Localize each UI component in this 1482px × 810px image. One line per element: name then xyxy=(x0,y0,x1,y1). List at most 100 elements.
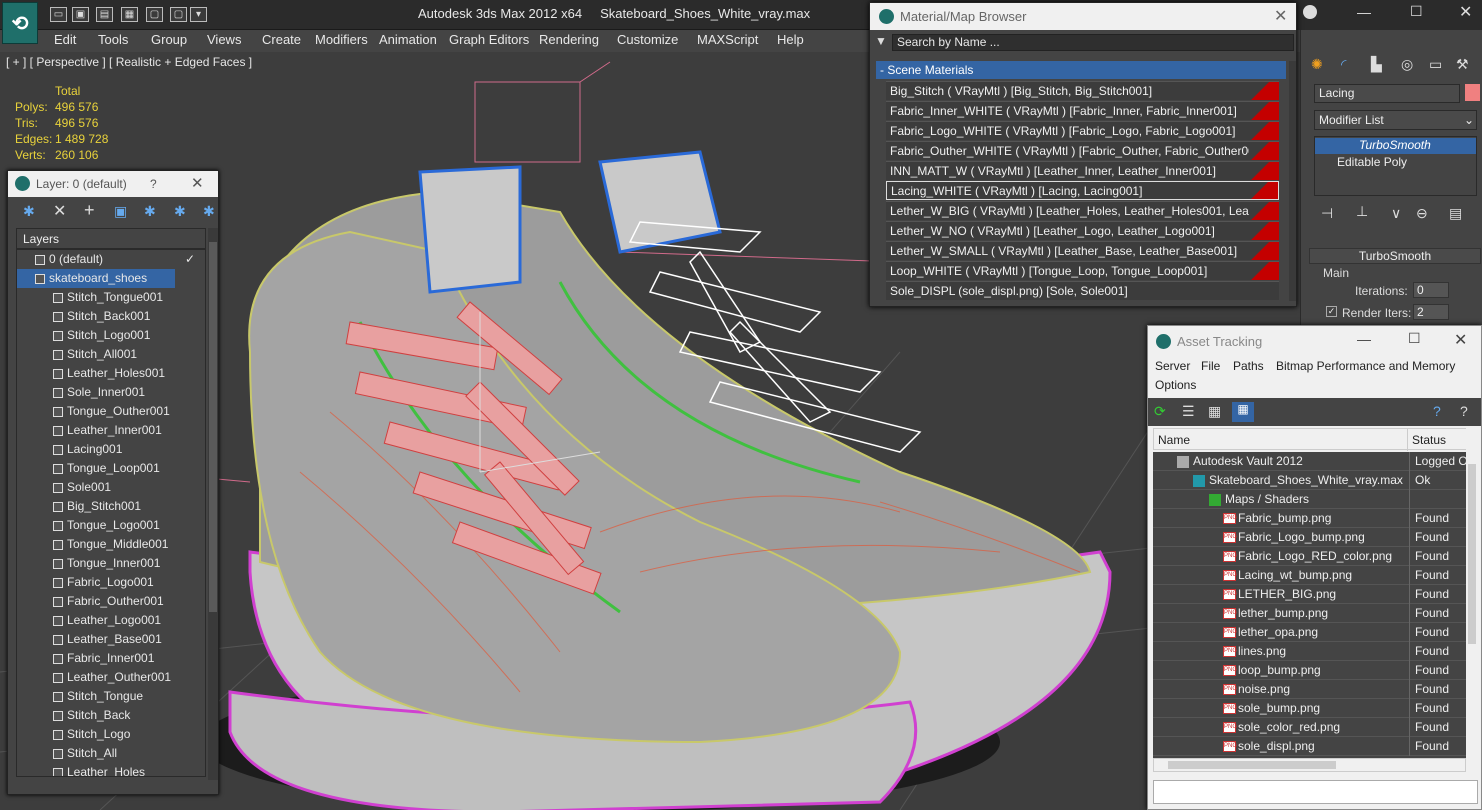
material-row[interactable]: Fabric_Logo_WHITE ( VRayMtl ) [Fabric_Lo… xyxy=(886,121,1279,140)
hierarchy-tab-icon[interactable]: ▙ xyxy=(1371,56,1382,73)
layer-row[interactable]: 0 (default) ✓ xyxy=(17,250,205,269)
menu-graph-editors[interactable]: Graph Editors xyxy=(449,32,529,47)
display-tab-icon[interactable]: ▭ xyxy=(1429,56,1442,73)
show-end-result-icon[interactable]: ⊥ xyxy=(1356,203,1368,220)
layer-row[interactable]: Leather_Holes001 xyxy=(17,364,205,383)
viewport-label[interactable]: [ + ] [ Perspective ] [ Realistic + Edge… xyxy=(6,55,252,69)
motion-tab-icon[interactable]: ◎ xyxy=(1401,56,1413,73)
menu-views[interactable]: Views xyxy=(207,32,241,47)
browser-options-icon[interactable]: ▼ xyxy=(875,34,887,48)
asset-row[interactable]: PNGlether_bump.png Found xyxy=(1153,604,1466,623)
material-row[interactable]: Lether_W_NO ( VRayMtl ) [Leather_Logo, L… xyxy=(886,221,1279,240)
modifier-list-dropdown[interactable]: Modifier List ⌄ xyxy=(1314,110,1477,130)
col-name[interactable]: Name xyxy=(1158,433,1190,447)
maximize-icon[interactable]: ☐ xyxy=(1408,330,1421,347)
layer-row[interactable]: Stitch_Back001 xyxy=(17,307,205,326)
asset-row[interactable]: PNGFabric_bump.png Found xyxy=(1153,509,1466,528)
layer-row[interactable]: Stitch_All xyxy=(17,744,205,763)
current-layer-check-icon[interactable]: ✓ xyxy=(185,250,195,269)
layer-row[interactable]: skateboard_shoes xyxy=(17,269,175,288)
material-row[interactable]: Lether_W_SMALL ( VRayMtl ) [Leather_Base… xyxy=(886,241,1279,260)
material-row[interactable]: Fabric_Outher_WHITE ( VRayMtl ) [Fabric_… xyxy=(886,141,1279,160)
col-status[interactable]: Status xyxy=(1412,433,1446,447)
list-view-icon[interactable]: ☰ xyxy=(1182,403,1195,420)
layer-row[interactable]: Fabric_Logo001 xyxy=(17,573,205,592)
asset-row[interactable]: PNGlines.png Found xyxy=(1153,642,1466,661)
minimize-icon[interactable]: — xyxy=(1357,4,1371,20)
save-file-icon[interactable]: ▤ xyxy=(96,7,113,22)
close-icon[interactable]: ✕ xyxy=(191,174,204,192)
layer-row[interactable]: Stitch_Tongue xyxy=(17,687,205,706)
material-row[interactable]: Fabric_Inner_WHITE ( VRayMtl ) [Fabric_I… xyxy=(886,101,1279,120)
object-color-swatch[interactable] xyxy=(1465,84,1480,101)
freeze-all-icon[interactable]: ✱ xyxy=(203,203,215,220)
asset-menu-file[interactable]: File xyxy=(1201,359,1220,373)
menu-modifiers[interactable]: Modifiers xyxy=(315,32,368,47)
layer-row[interactable]: Sole001 xyxy=(17,478,205,497)
layer-row[interactable]: Tongue_Outher001 xyxy=(17,402,205,421)
asset-vscrollbar[interactable] xyxy=(1466,428,1478,758)
layers-header[interactable]: Layers xyxy=(16,228,206,249)
asset-row[interactable]: PNGloop_bump.png Found xyxy=(1153,661,1466,680)
asset-hscrollbar[interactable] xyxy=(1153,758,1466,772)
select-objects-icon[interactable]: ▣ xyxy=(114,203,127,220)
menu-create[interactable]: Create xyxy=(262,32,301,47)
material-browser-titlebar[interactable]: Material/Map Browser ✕ xyxy=(870,3,1296,30)
layer-row[interactable]: Stitch_Tongue001 xyxy=(17,288,205,307)
table-view-icon[interactable]: ▦ xyxy=(1232,402,1254,422)
create-layer-icon[interactable]: ✱ xyxy=(23,203,35,220)
material-row[interactable]: Sole_DISPL (sole_displ.png) [Sole, Sole0… xyxy=(886,281,1279,300)
close-icon[interactable]: ✕ xyxy=(1459,2,1472,22)
menu-help[interactable]: Help xyxy=(777,32,804,47)
layer-row[interactable]: Stitch_Logo xyxy=(17,725,205,744)
asset-row[interactable]: PNGsole_bump.png Found xyxy=(1153,699,1466,718)
thumbnail-view-icon[interactable]: ▦ xyxy=(1208,403,1221,420)
layer-panel-titlebar[interactable]: Layer: 0 (default) ? ✕ xyxy=(8,171,218,197)
layer-row[interactable]: Sole_Inner001 xyxy=(17,383,205,402)
asset-row[interactable]: PNGlether_opa.png Found xyxy=(1153,623,1466,642)
layer-row[interactable]: Tongue_Logo001 xyxy=(17,516,205,535)
close-icon[interactable]: ✕ xyxy=(1274,6,1287,26)
layer-row[interactable]: Tongue_Loop001 xyxy=(17,459,205,478)
new-file-icon[interactable]: ▭ xyxy=(50,7,67,22)
layer-row[interactable]: Big_Stitch001 xyxy=(17,497,205,516)
layer-row[interactable]: Leather_Outher001 xyxy=(17,668,205,687)
asset-row[interactable]: PNGnoise.png Found xyxy=(1153,680,1466,699)
asset-menu-paths[interactable]: Paths xyxy=(1233,359,1264,373)
asset-row[interactable]: PNGsole_color_red.png Found xyxy=(1153,718,1466,737)
delete-layer-icon[interactable]: ✕ xyxy=(53,201,66,221)
layer-row[interactable]: Tongue_Inner001 xyxy=(17,554,205,573)
menu-group[interactable]: Group xyxy=(151,32,187,47)
modify-tab-icon[interactable]: ◜ xyxy=(1341,56,1346,73)
hide-all-icon[interactable]: ✱ xyxy=(174,203,186,220)
stack-item-editable-poly[interactable]: Editable Poly xyxy=(1315,155,1476,171)
layer-row[interactable]: Leather_Holes xyxy=(17,763,205,776)
object-name-input[interactable]: Lacing xyxy=(1314,84,1460,103)
scene-materials-header[interactable]: - Scene Materials xyxy=(876,61,1286,79)
layer-row[interactable]: Fabric_Outher001 xyxy=(17,592,205,611)
asset-menu-bitmap[interactable]: Bitmap Performance and Memory xyxy=(1276,359,1455,373)
asset-row[interactable]: Maps / Shaders xyxy=(1153,490,1466,509)
asset-row[interactable]: PNGLETHER_BIG.png Found xyxy=(1153,585,1466,604)
minimize-icon[interactable]: — xyxy=(1357,331,1371,347)
menu-tools[interactable]: Tools xyxy=(98,32,128,47)
utilities-tab-icon[interactable]: ⚒ xyxy=(1456,56,1469,73)
iterations-spinner[interactable]: 0 xyxy=(1413,282,1449,298)
asset-row[interactable]: PNGsole_displ.png Found xyxy=(1153,737,1466,756)
asset-row[interactable]: PNGLacing_wt_bump.png Found xyxy=(1153,566,1466,585)
material-row[interactable]: Big_Stitch ( VRayMtl ) [Big_Stitch, Big_… xyxy=(886,81,1279,100)
close-icon[interactable]: ✕ xyxy=(1454,330,1467,350)
layer-row[interactable]: Stitch_All001 xyxy=(17,345,205,364)
layer-row[interactable]: Leather_Inner001 xyxy=(17,421,205,440)
layer-row[interactable]: Lacing001 xyxy=(17,440,205,459)
help-icon[interactable] xyxy=(1303,5,1317,19)
app-logo-button[interactable]: ⟲ xyxy=(2,2,38,44)
remove-modifier-icon[interactable]: ⊖ xyxy=(1416,205,1428,222)
render-iters-checkbox[interactable]: ✓ xyxy=(1326,306,1337,317)
menu-maxscript[interactable]: MAXScript xyxy=(697,32,758,47)
material-row[interactable]: INN_MATT_W ( VRayMtl ) [Leather_Inner, L… xyxy=(886,161,1279,180)
asset-row[interactable]: Autodesk Vault 2012 Logged O xyxy=(1153,452,1466,471)
layer-row[interactable]: Stitch_Back xyxy=(17,706,205,725)
quick-access-dropdown-icon[interactable]: ▾ xyxy=(190,7,207,22)
layer-row[interactable]: Leather_Logo001 xyxy=(17,611,205,630)
